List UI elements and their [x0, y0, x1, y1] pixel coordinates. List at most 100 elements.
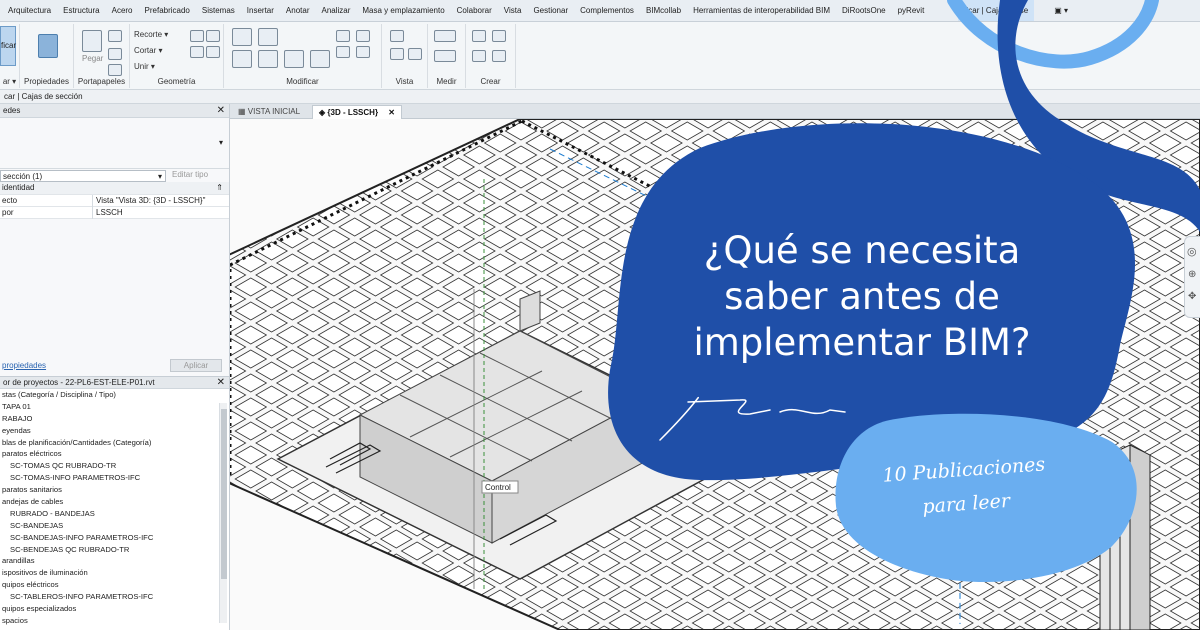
override-icon[interactable] [390, 48, 404, 60]
properties-palette: edes ✕ ▾ sección (1) ▾ Editar tipo ident… [0, 104, 230, 376]
tree-item[interactable]: paratos eléctricos [0, 448, 229, 460]
tree-item[interactable]: spacios [0, 615, 229, 627]
navigation-bar[interactable]: ◎ ⊕ ✥ [1184, 236, 1200, 318]
tree-item[interactable]: quipos eléctricos [0, 579, 229, 591]
cut-icon[interactable] [108, 48, 122, 60]
ribbon-tab-anotar[interactable]: Anotar [280, 0, 316, 21]
tree-item[interactable]: ispositivos de iluminación [0, 567, 229, 579]
close-icon[interactable]: ✕ [388, 108, 395, 117]
ribbon-tab-prefabricado[interactable]: Prefabricado [139, 0, 196, 21]
ribbon-tab-sistemas[interactable]: Sistemas [196, 0, 241, 21]
ribbon-tab-context[interactable]: ficar | Cajas de se [958, 0, 1035, 21]
create-part-icon[interactable] [472, 50, 486, 62]
hide-icon[interactable] [408, 48, 422, 60]
cut-geometry-button[interactable]: Cortar ▾ [134, 46, 162, 55]
tree-item[interactable]: andejas de cables [0, 496, 229, 508]
close-icon[interactable]: ✕ [217, 104, 225, 118]
align-icon[interactable] [232, 28, 252, 46]
tree-item[interactable]: quipos especializados [0, 603, 229, 615]
modify-button-label: ficar [1, 41, 17, 50]
copy-element-icon[interactable] [258, 50, 278, 68]
move-icon[interactable] [232, 50, 252, 68]
ribbon-tab-masa[interactable]: Masa y emplazamiento [356, 0, 450, 21]
properties-icon[interactable] [38, 34, 58, 58]
steering-wheel-icon[interactable]: ◎ [1187, 245, 1197, 258]
type-selector[interactable]: sección (1) ▾ [0, 170, 166, 182]
ribbon-extra-dropdown[interactable]: ▣ ▾ [1048, 0, 1074, 21]
ribbon-tab-arquitectura[interactable]: Arquitectura [2, 0, 57, 21]
copy-icon[interactable] [108, 30, 122, 42]
create-assembly-icon[interactable] [492, 50, 506, 62]
tree-item[interactable]: SC-TABLEROS-INFO PARAMETROS-IFC [0, 591, 229, 603]
tree-item[interactable]: paratos sanitarios [0, 484, 229, 496]
tab-vista-inicial[interactable]: ▦ VISTA INICIAL [232, 105, 306, 119]
split-face-icon[interactable] [206, 30, 220, 42]
chevron-down-icon[interactable]: ▾ [219, 138, 223, 147]
dimension-icon[interactable] [434, 50, 456, 62]
ribbon-tab-dirootsone[interactable]: DiRootsOne [836, 0, 892, 21]
tree-item[interactable]: RABAJO [0, 413, 229, 425]
lightbulb-icon[interactable] [390, 30, 404, 42]
property-value[interactable]: LSSCH [92, 207, 224, 219]
create-similar-icon[interactable] [492, 30, 506, 42]
tab-3d-lssch[interactable]: ◈ {3D - LSSCH} ✕ [312, 105, 402, 119]
split-icon[interactable] [336, 30, 350, 42]
join-button[interactable]: Unir ▾ [134, 62, 155, 71]
ribbon-tab-acero[interactable]: Acero [106, 0, 139, 21]
ribbon-tab-estructura[interactable]: Estructura [57, 0, 105, 21]
building-model: Control [230, 119, 1200, 630]
ribbon-tab-vista[interactable]: Vista [498, 0, 528, 21]
edit-type-button[interactable]: Editar tipo [172, 170, 208, 179]
close-icon[interactable]: ✕ [217, 377, 225, 389]
wall-joins-icon[interactable] [190, 46, 204, 58]
property-value[interactable]: Vista "Vista 3D: {3D - LSSCH}" [92, 195, 224, 207]
rotate-icon[interactable] [284, 50, 304, 68]
properties-help-link[interactable]: propiedades [2, 361, 46, 370]
tree-item[interactable]: TAPA 01 [0, 401, 229, 413]
tree-item[interactable]: eyendas [0, 425, 229, 437]
tree-item[interactable]: blas de planificación/Cantidades (Catego… [0, 437, 229, 449]
scrollbar[interactable] [219, 403, 227, 623]
offset-icon[interactable] [258, 28, 278, 46]
ribbon-tab-bimcollab[interactable]: BIMcollab [640, 0, 687, 21]
pin-icon[interactable] [356, 46, 370, 58]
array-icon[interactable] [336, 46, 350, 58]
match-icon[interactable] [108, 64, 122, 76]
tree-item[interactable]: arandillas [0, 555, 229, 567]
ribbon-tab-analizar[interactable]: Analizar [315, 0, 356, 21]
zoom-icon[interactable]: ⊕ [1188, 269, 1196, 280]
demolish-icon[interactable] [206, 46, 220, 58]
scrollbar-thumb[interactable] [221, 409, 227, 579]
create-group-icon[interactable] [472, 30, 486, 42]
ribbon-tab-colaborar[interactable]: Colaborar [451, 0, 498, 21]
scale-icon[interactable] [356, 30, 370, 42]
ribbon-tab-complementos[interactable]: Complementos [574, 0, 640, 21]
panel-create: Crear [466, 24, 516, 88]
tree-item[interactable]: SC-TOMAS QC RUBRADO-TR [0, 460, 229, 472]
property-row[interactable]: por LSSCH [0, 207, 229, 219]
panel-select-label[interactable]: ar ▾ [0, 77, 19, 86]
tree-item[interactable]: SC-BANDEJAS [0, 520, 229, 532]
ribbon-tab-gestionar[interactable]: Gestionar [527, 0, 574, 21]
modify-button[interactable]: ficar [0, 26, 16, 66]
tree-item[interactable]: SC-BANDEJAS-INFO PARAMETROS-IFC [0, 532, 229, 544]
paste-icon[interactable] [82, 30, 102, 52]
tree-item[interactable]: RUBRADO - BANDEJAS [0, 508, 229, 520]
trim-icon[interactable] [310, 50, 330, 68]
cope-button[interactable]: Recorte ▾ [134, 30, 168, 39]
property-group-header[interactable]: identidad ⇑ [0, 182, 229, 195]
measure-icon[interactable] [434, 30, 456, 42]
ribbon-tab-pyrevit[interactable]: pyRevit [892, 0, 931, 21]
panel-properties: Propiedades [20, 24, 74, 88]
tree-item[interactable]: SC-TOMAS-INFO PARAMETROS-IFC [0, 472, 229, 484]
pan-icon[interactable]: ✥ [1188, 291, 1196, 302]
apply-button[interactable]: Aplicar [170, 359, 222, 372]
tree-item[interactable]: SC-BENDEJAS QC RUBRADO-TR [0, 544, 229, 556]
property-row[interactable]: ecto Vista "Vista 3D: {3D - LSSCH}" [0, 195, 229, 207]
tree-item[interactable]: stas (Categoría / Disciplina / Tipo) [0, 389, 229, 401]
3d-viewport[interactable]: Control [230, 119, 1200, 630]
ribbon-tab-interoperabilidad[interactable]: Herramientas de interoperabilidad BIM [687, 0, 836, 21]
paint-icon[interactable] [190, 30, 204, 42]
panel-clipboard: Pegar Portapapeles [74, 24, 130, 88]
ribbon-tab-insertar[interactable]: Insertar [241, 0, 280, 21]
